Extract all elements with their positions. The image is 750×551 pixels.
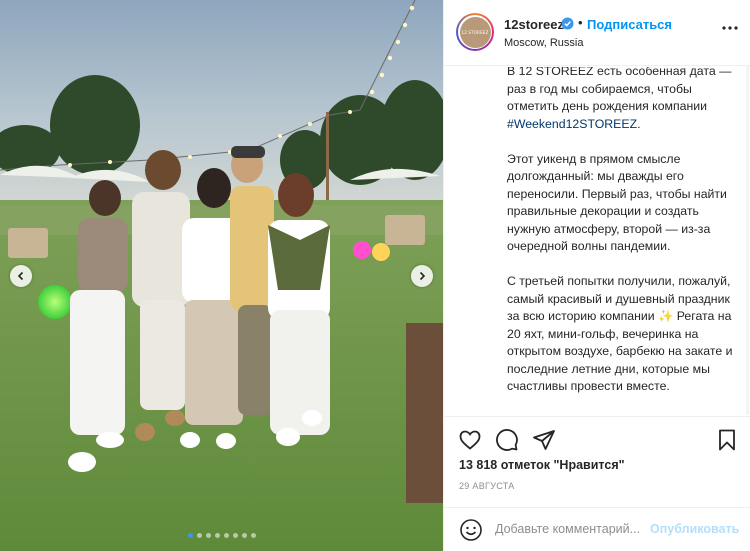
caption-paragraph: В 12 STOREEZ есть особенная дата — раз в… xyxy=(507,67,735,133)
separator-dot: • xyxy=(578,15,583,30)
carousel-dot xyxy=(241,533,247,538)
action-bar xyxy=(444,416,750,462)
caption-paragraph: Этот уикенд в прямом смысле долгожданный… xyxy=(507,151,727,254)
chevron-left-icon xyxy=(17,271,24,281)
heart-icon[interactable] xyxy=(458,428,482,452)
caption-scrollbar[interactable] xyxy=(746,66,749,415)
more-options-icon[interactable] xyxy=(722,26,738,30)
sparkles-emoji: ✨ xyxy=(658,309,674,323)
carousel-dot xyxy=(196,533,202,538)
post-header: 12 STOREEZ 12storeez • Подписаться Mosco… xyxy=(444,0,750,66)
follow-button[interactable]: Подписаться xyxy=(587,17,672,32)
caption-paragraph: С третьей попытки получили, пожалуй, сам… xyxy=(507,273,735,396)
smiley-icon[interactable] xyxy=(459,518,483,542)
post-date[interactable]: 29 АВГУСТА xyxy=(459,481,515,491)
publish-button[interactable]: Опубликовать xyxy=(650,522,739,536)
party-photo xyxy=(0,0,443,551)
carousel-dot xyxy=(223,533,229,538)
carousel-dot xyxy=(187,533,193,538)
bookmark-icon[interactable] xyxy=(715,428,739,452)
avatar-image: 12 STOREEZ xyxy=(459,16,491,48)
likes-count[interactable]: 13 818 отметок "Нравится" xyxy=(459,458,625,472)
paper-plane-icon[interactable] xyxy=(532,428,556,452)
carousel-dot xyxy=(205,533,211,538)
post-caption: В 12 STOREEZ есть особенная дата — раз в… xyxy=(444,67,749,416)
carousel-dot xyxy=(214,533,220,538)
carousel-indicator xyxy=(0,533,443,538)
comment-icon[interactable] xyxy=(495,428,519,452)
comment-form: Опубликовать xyxy=(444,507,750,551)
carousel-next-button[interactable] xyxy=(411,265,433,287)
post-photo[interactable] xyxy=(0,0,443,551)
post-side-panel: 12 STOREEZ 12storeez • Подписаться Mosco… xyxy=(443,0,750,551)
comment-input[interactable] xyxy=(495,518,645,540)
location-link[interactable]: Moscow, Russia xyxy=(504,37,583,49)
carousel-dot xyxy=(232,533,238,538)
username-link[interactable]: 12storeez xyxy=(504,17,564,32)
verified-badge-icon xyxy=(561,17,574,30)
avatar[interactable]: 12 STOREEZ xyxy=(456,13,494,51)
caption-text: В 12 STOREEZ есть особенная дата — раз в… xyxy=(507,67,732,113)
caption-text: . xyxy=(637,116,641,131)
avatar-logo: 12 STOREEZ xyxy=(461,29,489,35)
carousel-prev-button[interactable] xyxy=(10,265,32,287)
chevron-right-icon xyxy=(419,271,426,281)
hashtag-link[interactable]: #Weekend12STOREEZ xyxy=(507,117,637,131)
carousel-dot xyxy=(250,533,256,538)
